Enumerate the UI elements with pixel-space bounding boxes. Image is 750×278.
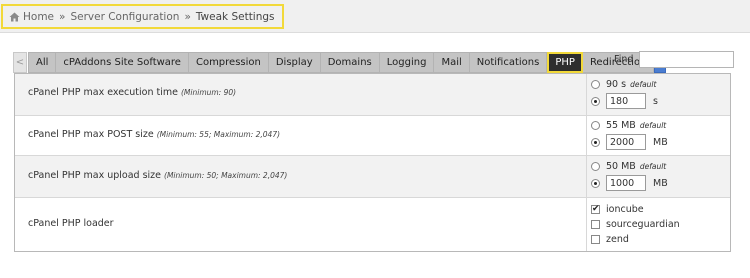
find-control: Find [614, 51, 735, 68]
setting-hint: (Minimum: 55; Maximum: 2,047) [156, 130, 281, 139]
setting-label: cPanel PHP max POST size (Minimum: 55; Ma… [28, 129, 280, 140]
tab-domains[interactable]: Domains [320, 52, 380, 73]
home-icon[interactable] [9, 12, 20, 22]
default-value: 50 MB [606, 161, 636, 172]
custom-option[interactable]: 180 s [591, 93, 658, 109]
setting-hint: (Minimum: 50; Maximum: 2,047) [164, 171, 288, 180]
default-tag: default [639, 162, 667, 171]
setting-control: 50 MB default 1000 MB [586, 156, 668, 197]
category-tabs: < All cPAddons Site Software Compression… [13, 52, 667, 73]
loader-label: sourceguardian [606, 219, 680, 230]
checkbox-checked-icon[interactable]: ✔ [591, 205, 600, 214]
tab-compression[interactable]: Compression [188, 52, 269, 73]
unit-label: MB [653, 136, 668, 148]
default-tag: default [630, 80, 657, 89]
setting-name: cPanel PHP max upload size [28, 170, 162, 181]
setting-row: cPanel PHP max POST size (Minimum: 55; Ma… [15, 116, 730, 156]
loader-option-zend[interactable]: zend [591, 234, 629, 245]
default-value: 90 s [606, 79, 627, 90]
setting-label: cPanel PHP max execution time (Minimum: 9… [28, 87, 236, 98]
setting-row: cPanel PHP max upload size (Minimum: 50; … [15, 156, 730, 198]
loader-label: zend [606, 234, 629, 245]
settings-table: cPanel PHP max execution time (Minimum: 9… [14, 73, 731, 252]
tab-logging[interactable]: Logging [379, 52, 435, 73]
setting-control: 55 MB default 2000 MB [586, 116, 668, 155]
setting-name: cPanel PHP loader [28, 218, 114, 229]
find-input[interactable] [639, 51, 735, 68]
loader-label: ioncube [606, 204, 644, 215]
setting-hint: (Minimum: 90) [181, 88, 237, 97]
custom-value-input[interactable]: 1000 [606, 175, 646, 191]
loader-option-ioncube[interactable]: ✔ ioncube [591, 204, 644, 215]
default-radio[interactable] [591, 162, 600, 171]
unit-label: MB [653, 177, 668, 189]
custom-value-input[interactable]: 2000 [606, 134, 646, 150]
custom-option[interactable]: 2000 MB [591, 134, 668, 150]
header-bar: Home » Server Configuration » Tweak Sett… [0, 0, 750, 33]
setting-label: cPanel PHP max upload size (Minimum: 50; … [28, 170, 287, 181]
tab-php[interactable]: PHP [547, 52, 583, 73]
breadcrumb-home-link[interactable]: Home [23, 11, 54, 23]
custom-radio[interactable] [591, 96, 600, 106]
setting-row: cPanel PHP loader ✔ ioncube sourceguardi… [15, 198, 730, 251]
tab-notifications[interactable]: Notifications [469, 52, 548, 73]
setting-control: ✔ ioncube sourceguardian zend [586, 198, 680, 251]
default-option[interactable]: 55 MB default [591, 120, 666, 131]
default-radio[interactable] [591, 80, 600, 89]
default-value: 55 MB [606, 120, 636, 131]
checkbox-unchecked-icon[interactable] [591, 235, 600, 244]
setting-row: cPanel PHP max execution time (Minimum: 9… [15, 74, 730, 116]
setting-control: 90 s default 180 s [586, 74, 658, 115]
setting-name: cPanel PHP max POST size [28, 129, 154, 140]
default-option[interactable]: 50 MB default [591, 161, 666, 172]
tab-mail[interactable]: Mail [434, 52, 470, 73]
loader-option-sourceguardian[interactable]: sourceguardian [591, 219, 680, 230]
default-radio[interactable] [591, 121, 600, 130]
setting-label: cPanel PHP loader [28, 218, 114, 229]
custom-radio[interactable] [591, 137, 600, 147]
breadcrumb-separator: » [184, 10, 191, 23]
breadcrumb-separator: » [59, 10, 66, 23]
breadcrumb: Home » Server Configuration » Tweak Sett… [1, 4, 284, 29]
breadcrumb-section-link[interactable]: Server Configuration [70, 11, 179, 23]
tabs-scroll-left-button[interactable]: < [13, 52, 27, 73]
custom-option[interactable]: 1000 MB [591, 175, 668, 191]
tab-cpaddons-site-software[interactable]: cPAddons Site Software [56, 52, 189, 73]
default-tag: default [639, 121, 667, 130]
breadcrumb-current: Tweak Settings [195, 10, 275, 23]
custom-radio[interactable] [591, 178, 600, 188]
checkbox-unchecked-icon[interactable] [591, 220, 600, 229]
default-option[interactable]: 90 s default [591, 79, 656, 90]
tab-display[interactable]: Display [268, 52, 321, 73]
unit-label: s [653, 95, 658, 107]
custom-value-input[interactable]: 180 [606, 93, 646, 109]
find-label: Find [614, 54, 634, 65]
tab-all[interactable]: All [28, 52, 57, 73]
setting-name: cPanel PHP max execution time [28, 87, 178, 98]
